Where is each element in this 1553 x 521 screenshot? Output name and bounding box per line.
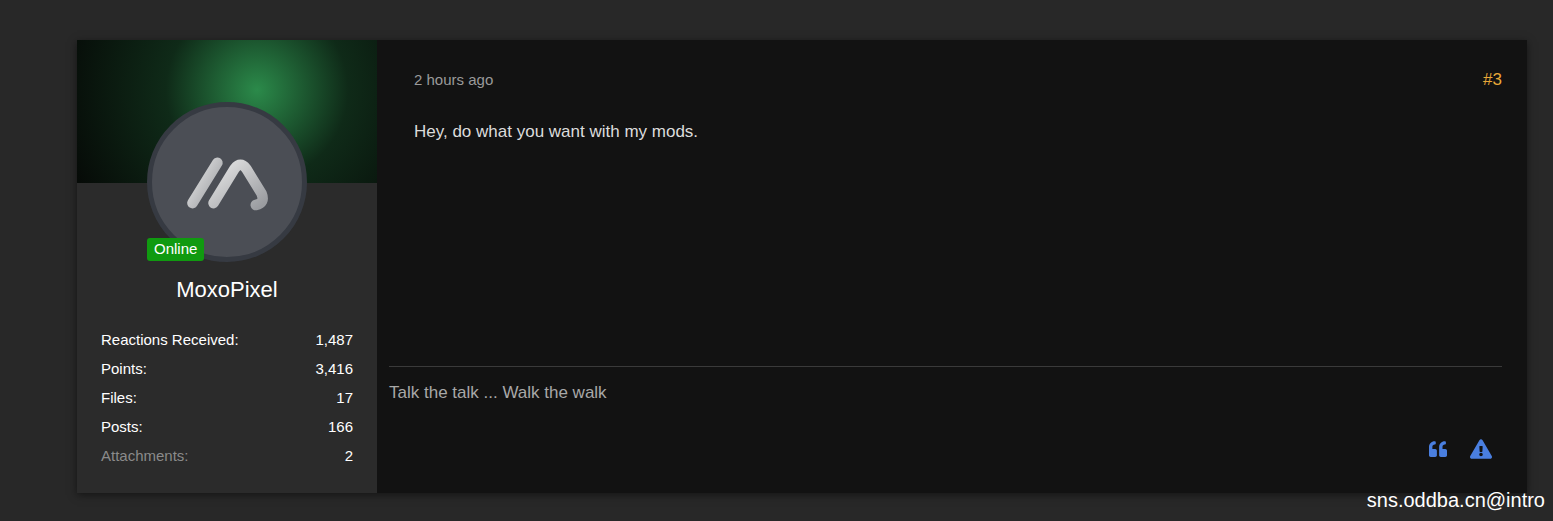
stat-value: 17 xyxy=(336,387,353,410)
post-body: 2 hours ago #3 Hey, do what you want with … xyxy=(377,40,1527,493)
stat-row: Attachments: 2 xyxy=(101,442,353,471)
quote-icon[interactable] xyxy=(1428,440,1448,458)
stat-value: 2 xyxy=(345,445,353,468)
stat-label: Reactions Received: xyxy=(101,329,239,352)
post-number[interactable]: #3 xyxy=(1483,67,1502,93)
stat-label: Attachments: xyxy=(101,445,189,468)
stat-label: Posts: xyxy=(101,416,143,439)
stat-value: 166 xyxy=(328,416,353,439)
watermark: sns.oddba.cn@intro xyxy=(1367,487,1545,513)
post-message: Hey, do what you want with my mods. xyxy=(389,120,1502,367)
signature: Talk the talk ... Walk the walk xyxy=(389,381,1502,405)
stat-row: Reactions Received: 1,487 xyxy=(101,326,353,355)
stat-row: Posts: 166 xyxy=(101,413,353,442)
stat-label: Points: xyxy=(101,358,147,381)
user-stats: Reactions Received: 1,487 Points: 3,416 File… xyxy=(77,326,377,471)
post-time: 2 hours ago xyxy=(414,69,493,92)
username[interactable]: MoxoPixel xyxy=(77,276,377,304)
stat-row: Points: 3,416 xyxy=(101,355,353,384)
avatar-logo-icon xyxy=(179,134,275,230)
post-actions xyxy=(389,438,1502,460)
signature-divider xyxy=(389,366,1502,367)
stat-value: 1,487 xyxy=(315,329,353,352)
stat-value: 3,416 xyxy=(315,358,353,381)
warning-icon[interactable] xyxy=(1470,439,1492,459)
post-card: Online MoxoPixel Reactions Received: 1,487 P… xyxy=(77,40,1527,493)
post-header: 2 hours ago #3 xyxy=(389,67,1502,93)
user-panel: Online MoxoPixel Reactions Received: 1,487 P… xyxy=(77,40,377,493)
stat-label: Files: xyxy=(101,387,137,410)
stat-row: Files: 17 xyxy=(101,384,353,413)
page: Online MoxoPixel Reactions Received: 1,487 P… xyxy=(0,0,1553,521)
avatar[interactable]: Online xyxy=(147,102,307,262)
online-badge: Online xyxy=(147,238,204,261)
